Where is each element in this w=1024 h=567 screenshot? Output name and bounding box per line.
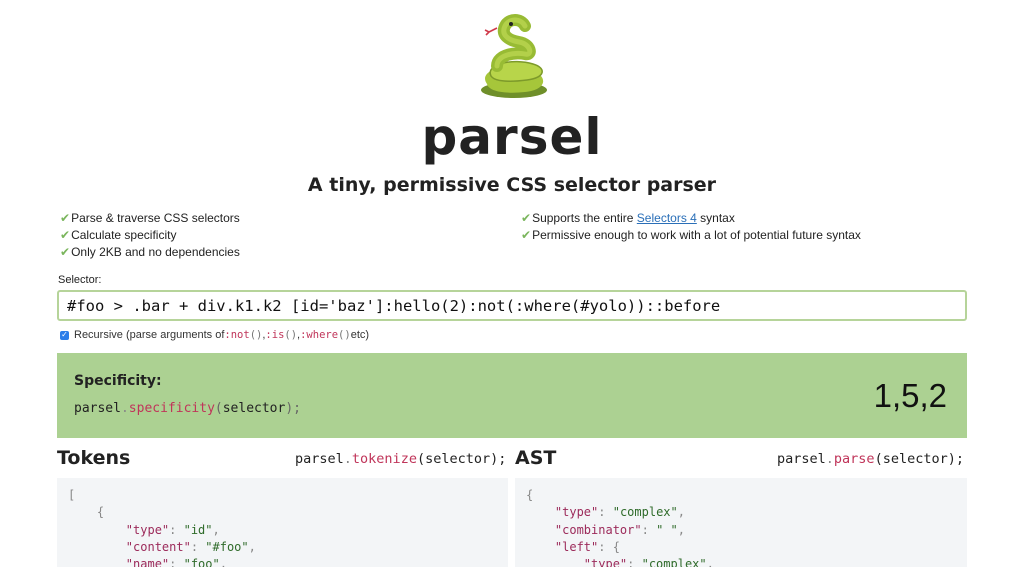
features-left: ✔Parse & traverse CSS selectors ✔Calcula… [60, 210, 240, 261]
code-line: "content": "#foo", [125, 539, 256, 554]
check-icon: ✔ [60, 245, 71, 259]
ast-title: AST [515, 447, 557, 469]
ast-output[interactable]: { "type": "complex", "combinator": " ", … [515, 478, 967, 567]
feature-item: ✔Only 2KB and no dependencies [60, 245, 240, 259]
check-icon: ✔ [60, 211, 71, 225]
recursive-label-prefix: Recursive (parse arguments of [74, 329, 225, 341]
code-line: "left": { [554, 539, 620, 554]
logo [0, 14, 1024, 100]
code-line: { [96, 505, 105, 520]
code-line: "type": "complex", [554, 505, 685, 520]
selector-input[interactable] [57, 290, 967, 321]
ast-call: parsel.parse(selector); [777, 451, 964, 467]
tokens-title: Tokens [57, 447, 131, 469]
code-line: "combinator": " ", [554, 522, 685, 537]
selectors-4-link[interactable]: Selectors 4 [637, 211, 697, 225]
feature-item: ✔Calculate specificity [60, 228, 177, 242]
tokens-call: parsel.tokenize(selector); [295, 451, 507, 467]
specificity-code: parsel.specificity(selector); [74, 401, 301, 416]
feature-item: ✔Parse & traverse CSS selectors [60, 211, 240, 225]
specificity-heading: Specificity: [74, 373, 162, 389]
where-code: :where() [300, 329, 351, 341]
tokens-output[interactable]: [ { "type": "id", "content": "#foo", "na… [57, 478, 508, 567]
page-title: parsel [421, 108, 603, 166]
recursive-option[interactable]: ✓ Recursive (parse arguments of :not() ,… [60, 329, 369, 341]
code-line: "type": "complex", [583, 557, 714, 567]
page-subtitle: A tiny, permissive CSS selector parser [307, 174, 717, 196]
specificity-panel: Specificity: parsel.specificity(selector… [57, 353, 967, 438]
check-icon: ✔ [521, 228, 532, 242]
snake-logo-icon [481, 14, 547, 98]
code-line: [ [68, 488, 76, 502]
recursive-checkbox[interactable]: ✓ [60, 330, 69, 340]
not-code: :not() [224, 329, 263, 341]
specificity-value: 1,5,2 [873, 377, 947, 414]
code-line: "type": "id", [125, 522, 220, 537]
code-line: { [526, 488, 534, 502]
feature-item: ✔Supports the entire Selectors 4 syntax [521, 211, 735, 225]
features-right: ✔Supports the entire Selectors 4 syntax … [521, 210, 861, 244]
check-icon: ✔ [521, 211, 532, 225]
code-line: "name": "foo", [125, 557, 227, 567]
is-code: :is() [265, 329, 298, 341]
feature-item: ✔Permissive enough to work with a lot of… [521, 228, 861, 242]
check-icon: ✔ [60, 228, 71, 242]
selector-label: Selector: [58, 274, 102, 286]
